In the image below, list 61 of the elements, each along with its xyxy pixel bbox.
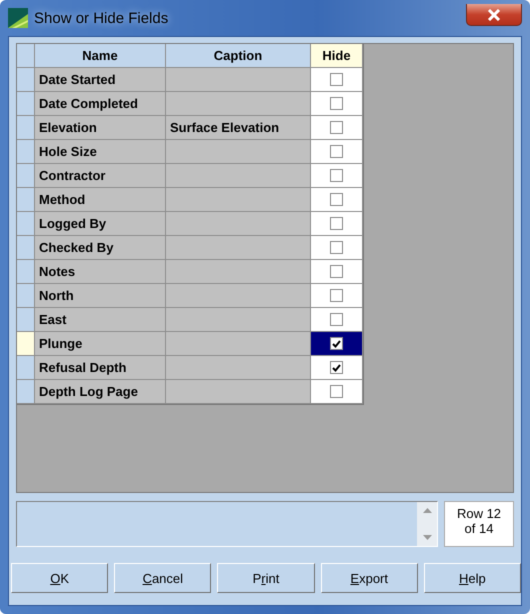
checkbox[interactable] — [330, 313, 343, 326]
table-cell: Depth Log Page — [35, 380, 166, 404]
table-cell: Method — [35, 188, 166, 212]
checkbox[interactable] — [330, 337, 343, 350]
table-cell: Notes — [35, 260, 166, 284]
dialog-button[interactable]: OK — [11, 563, 108, 593]
checkbox[interactable] — [330, 97, 343, 110]
checkbox[interactable] — [330, 145, 343, 158]
table-cell: Date Completed — [35, 92, 166, 116]
table-cell: Contractor — [35, 164, 166, 188]
close-icon — [487, 8, 501, 20]
table-cell: Checked By — [35, 236, 166, 260]
table-cell: Plunge — [35, 332, 166, 356]
dialog-button[interactable]: Export — [320, 563, 418, 593]
checkbox[interactable] — [330, 289, 343, 302]
table-cell: Refusal Depth — [35, 356, 166, 380]
checkbox[interactable] — [330, 121, 343, 134]
row-header[interactable] — [17, 284, 35, 308]
table-cell: Hole Size — [35, 140, 166, 164]
corner-header — [17, 44, 35, 68]
scroll-up-icon[interactable] — [422, 508, 432, 513]
table-cell: East — [35, 308, 166, 332]
row-header[interactable] — [17, 260, 35, 284]
app-logo-icon — [8, 8, 28, 28]
checkbox[interactable] — [330, 169, 343, 182]
column-header[interactable]: Hide — [311, 44, 363, 68]
scroll-down-icon[interactable] — [422, 535, 432, 540]
checkbox[interactable] — [330, 385, 343, 398]
row-header[interactable] — [17, 308, 35, 332]
checkbox[interactable] — [330, 361, 343, 374]
table-cell: Elevation — [35, 116, 166, 140]
row-header[interactable] — [17, 188, 35, 212]
close-button[interactable] — [466, 4, 522, 26]
dialog-button[interactable]: Print — [217, 563, 315, 593]
row-counter: Row 12 of 14 — [444, 501, 514, 547]
checkbox[interactable] — [330, 241, 343, 254]
dialog-button[interactable]: Cancel — [114, 563, 212, 593]
checkbox[interactable] — [330, 265, 343, 278]
row-header[interactable] — [17, 332, 35, 356]
table-cell: North — [35, 284, 166, 308]
table-cell: Logged By — [35, 212, 166, 236]
column-header[interactable]: Name — [35, 44, 166, 68]
notes-field[interactable] — [16, 501, 438, 547]
row-header[interactable] — [17, 116, 35, 140]
row-header[interactable] — [17, 356, 35, 380]
table-cell: Surface Elevation — [166, 116, 311, 140]
row-header[interactable] — [17, 380, 35, 404]
row-header[interactable] — [17, 236, 35, 260]
row-header[interactable] — [17, 140, 35, 164]
checkbox[interactable] — [330, 193, 343, 206]
table-cell: Date Started — [35, 68, 166, 92]
checkbox[interactable] — [330, 217, 343, 230]
dialog-button[interactable]: Help — [424, 563, 522, 593]
checkbox[interactable] — [330, 73, 343, 86]
row-header[interactable] — [17, 164, 35, 188]
window-title: Show or Hide Fields — [34, 10, 168, 26]
scrollbar[interactable] — [417, 502, 437, 546]
row-header[interactable] — [17, 68, 35, 92]
column-header[interactable]: Caption — [166, 44, 311, 68]
row-header[interactable] — [17, 92, 35, 116]
row-header[interactable] — [17, 212, 35, 236]
